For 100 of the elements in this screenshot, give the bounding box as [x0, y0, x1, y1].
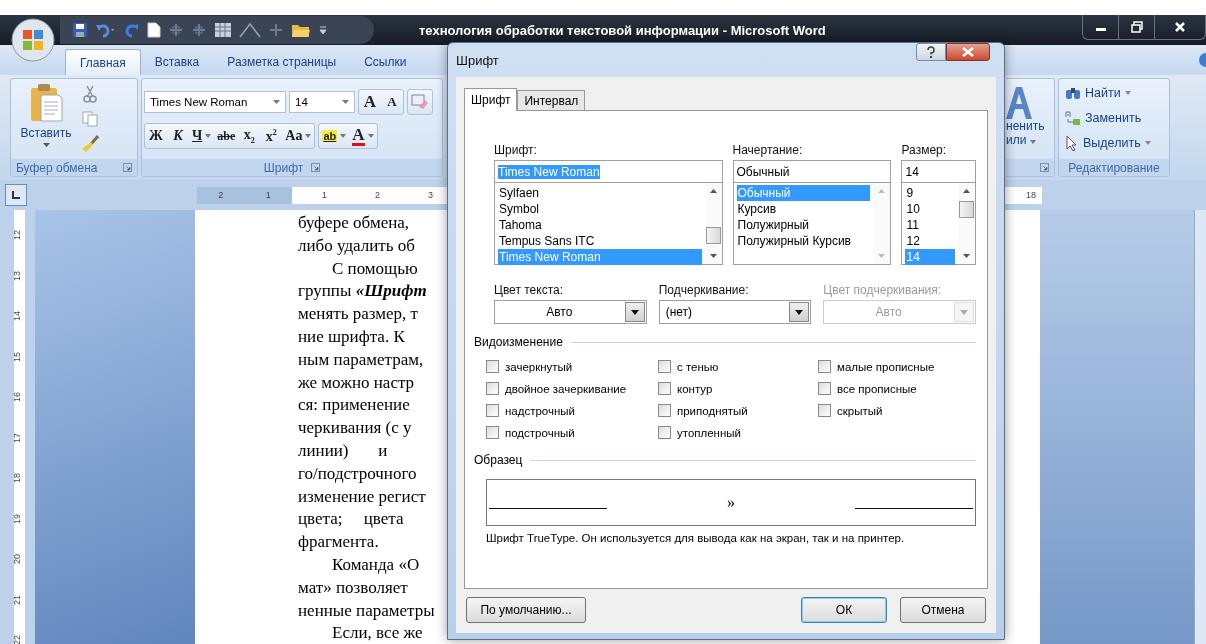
checkbox[interactable]: [818, 404, 831, 417]
redo-icon[interactable]: [124, 22, 140, 38]
scrollbar[interactable]: [958, 183, 975, 264]
ok-button[interactable]: ОК: [801, 597, 887, 623]
tab-selector-button[interactable]: [5, 184, 27, 206]
checkbox-label: зачеркнутый: [505, 360, 573, 373]
scroll-up-icon[interactable]: [963, 189, 970, 193]
input-field[interactable]: 14: [901, 160, 976, 183]
ribbon-tab[interactable]: Вставка: [140, 49, 214, 75]
ribbon-tab[interactable]: Ссылки: [350, 49, 421, 75]
dropdown-arrow-button[interactable]: [624, 302, 645, 322]
list-item[interactable]: 12: [905, 233, 955, 249]
grow-font-button[interactable]: A: [359, 90, 381, 114]
document-line: Команда «О: [331, 553, 420, 576]
format-button[interactable]: Ч: [189, 124, 215, 148]
list-item[interactable]: Курсив: [736, 201, 871, 217]
format-button[interactable]: x$_{2}$: [238, 124, 261, 148]
grayed-tool-icon[interactable]: [168, 22, 184, 38]
grayed-tool-icon[interactable]: [191, 22, 207, 38]
dialog-launcher-icon[interactable]: [311, 163, 321, 172]
cancel-button[interactable]: Отмена: [900, 597, 986, 623]
scroll-thumb[interactable]: [959, 201, 974, 218]
field-label: Размер:: [901, 143, 948, 159]
restore-icon: [1130, 21, 1143, 33]
checkbox[interactable]: [486, 404, 499, 417]
dropdown[interactable]: Авто: [494, 300, 647, 324]
document-line: Если, все же: [331, 622, 423, 644]
list-item[interactable]: Полужирный Курсив: [736, 233, 871, 249]
checkbox[interactable]: [486, 382, 499, 395]
dialog-tab[interactable]: Шрифт: [464, 88, 518, 111]
scrollbar[interactable]: [1194, 210, 1206, 644]
curve-icon[interactable]: [239, 22, 261, 38]
highlight-button[interactable]: ab: [319, 124, 350, 148]
list-item[interactable]: 9: [905, 185, 955, 201]
close-button[interactable]: [946, 43, 990, 61]
checkbox[interactable]: [658, 360, 671, 373]
list-item[interactable]: Tahoma: [498, 217, 702, 233]
copy-icon[interactable]: [82, 111, 98, 127]
dropdown-arrow-button[interactable]: [789, 302, 810, 322]
font-note: Шрифт TrueType. Он используется для вывода как на экран, так и на принтер.: [486, 532, 906, 544]
customize-arrow-icon[interactable]: [318, 25, 328, 35]
list-item[interactable]: 10: [905, 201, 955, 217]
scroll-thumb[interactable]: [705, 227, 721, 244]
grayed-tool-icon[interactable]: [268, 22, 284, 38]
change-styles-button[interactable]: ненить или: [1006, 119, 1045, 147]
checkbox[interactable]: [818, 360, 831, 373]
list-item[interactable]: Sylfaen: [498, 185, 702, 201]
list-item[interactable]: Полужирный: [736, 217, 871, 233]
scroll-down-icon[interactable]: [963, 254, 970, 258]
tab-stop-icon: [12, 191, 20, 199]
list-item[interactable]: 11: [905, 217, 955, 233]
paste-button[interactable]: Вставить: [11, 79, 81, 159]
caret-icon: [205, 134, 212, 138]
checkbox[interactable]: [658, 426, 671, 439]
dialog-launcher-icon[interactable]: [123, 163, 132, 172]
list-item[interactable]: Tempus Sans ITC: [498, 233, 702, 249]
default-button[interactable]: По умолчанию...: [466, 597, 586, 623]
styles-icon[interactable]: [1006, 85, 1032, 119]
dropdown[interactable]: (нет): [658, 300, 812, 324]
dialog-tab[interactable]: Интервал: [517, 90, 586, 110]
scrollbar[interactable]: [704, 183, 722, 264]
format-button[interactable]: К: [167, 124, 189, 148]
scroll-up-icon[interactable]: [709, 189, 717, 193]
input-field[interactable]: Обычный: [732, 160, 892, 183]
undo-icon[interactable]: [95, 22, 117, 38]
document-line: буфере обмена,: [298, 212, 410, 234]
checkbox[interactable]: [486, 426, 499, 439]
caret-icon: [42, 143, 50, 147]
ribbon-tab[interactable]: Главная: [65, 49, 141, 75]
help-button[interactable]: [916, 43, 946, 61]
editing-button[interactable]: Заменить: [1065, 108, 1163, 128]
format-button[interactable]: Aa: [282, 124, 315, 148]
checkbox[interactable]: [658, 404, 671, 417]
font-color-button[interactable]: A: [349, 124, 377, 148]
editing-button[interactable]: Выделить: [1065, 133, 1163, 153]
folder-icon[interactable]: [291, 22, 311, 38]
scissors-icon[interactable]: [83, 85, 97, 103]
ribbon-tab[interactable]: Разметка страницы: [213, 49, 351, 75]
brush-icon[interactable]: [81, 135, 99, 153]
dialog-launcher-icon[interactable]: [1040, 163, 1049, 172]
table-icon[interactable]: [214, 22, 232, 38]
font-size-field[interactable]: 14: [289, 91, 355, 113]
font-name-field[interactable]: Times New Roman: [144, 91, 286, 113]
list-item[interactable]: Symbol: [498, 201, 702, 217]
format-button[interactable]: Ж: [145, 124, 167, 148]
sample-text: »: [727, 493, 735, 512]
checkbox-label: утопленный: [677, 426, 741, 439]
new-document-icon[interactable]: [147, 22, 161, 38]
caret-icon: [305, 134, 312, 138]
scroll-down-icon[interactable]: [709, 254, 717, 258]
checkbox[interactable]: [486, 360, 499, 373]
document-line: ние шрифта. К: [298, 326, 405, 348]
checkbox[interactable]: [658, 382, 671, 395]
checkbox-label: с тенью: [677, 360, 719, 373]
format-button[interactable]: x$^{2}$: [260, 124, 283, 148]
shrink-font-button[interactable]: A: [381, 90, 403, 114]
editing-button[interactable]: Найти: [1065, 83, 1163, 103]
checkbox[interactable]: [818, 382, 831, 395]
save-icon[interactable]: [72, 22, 88, 38]
format-button[interactable]: abe: [214, 124, 239, 148]
